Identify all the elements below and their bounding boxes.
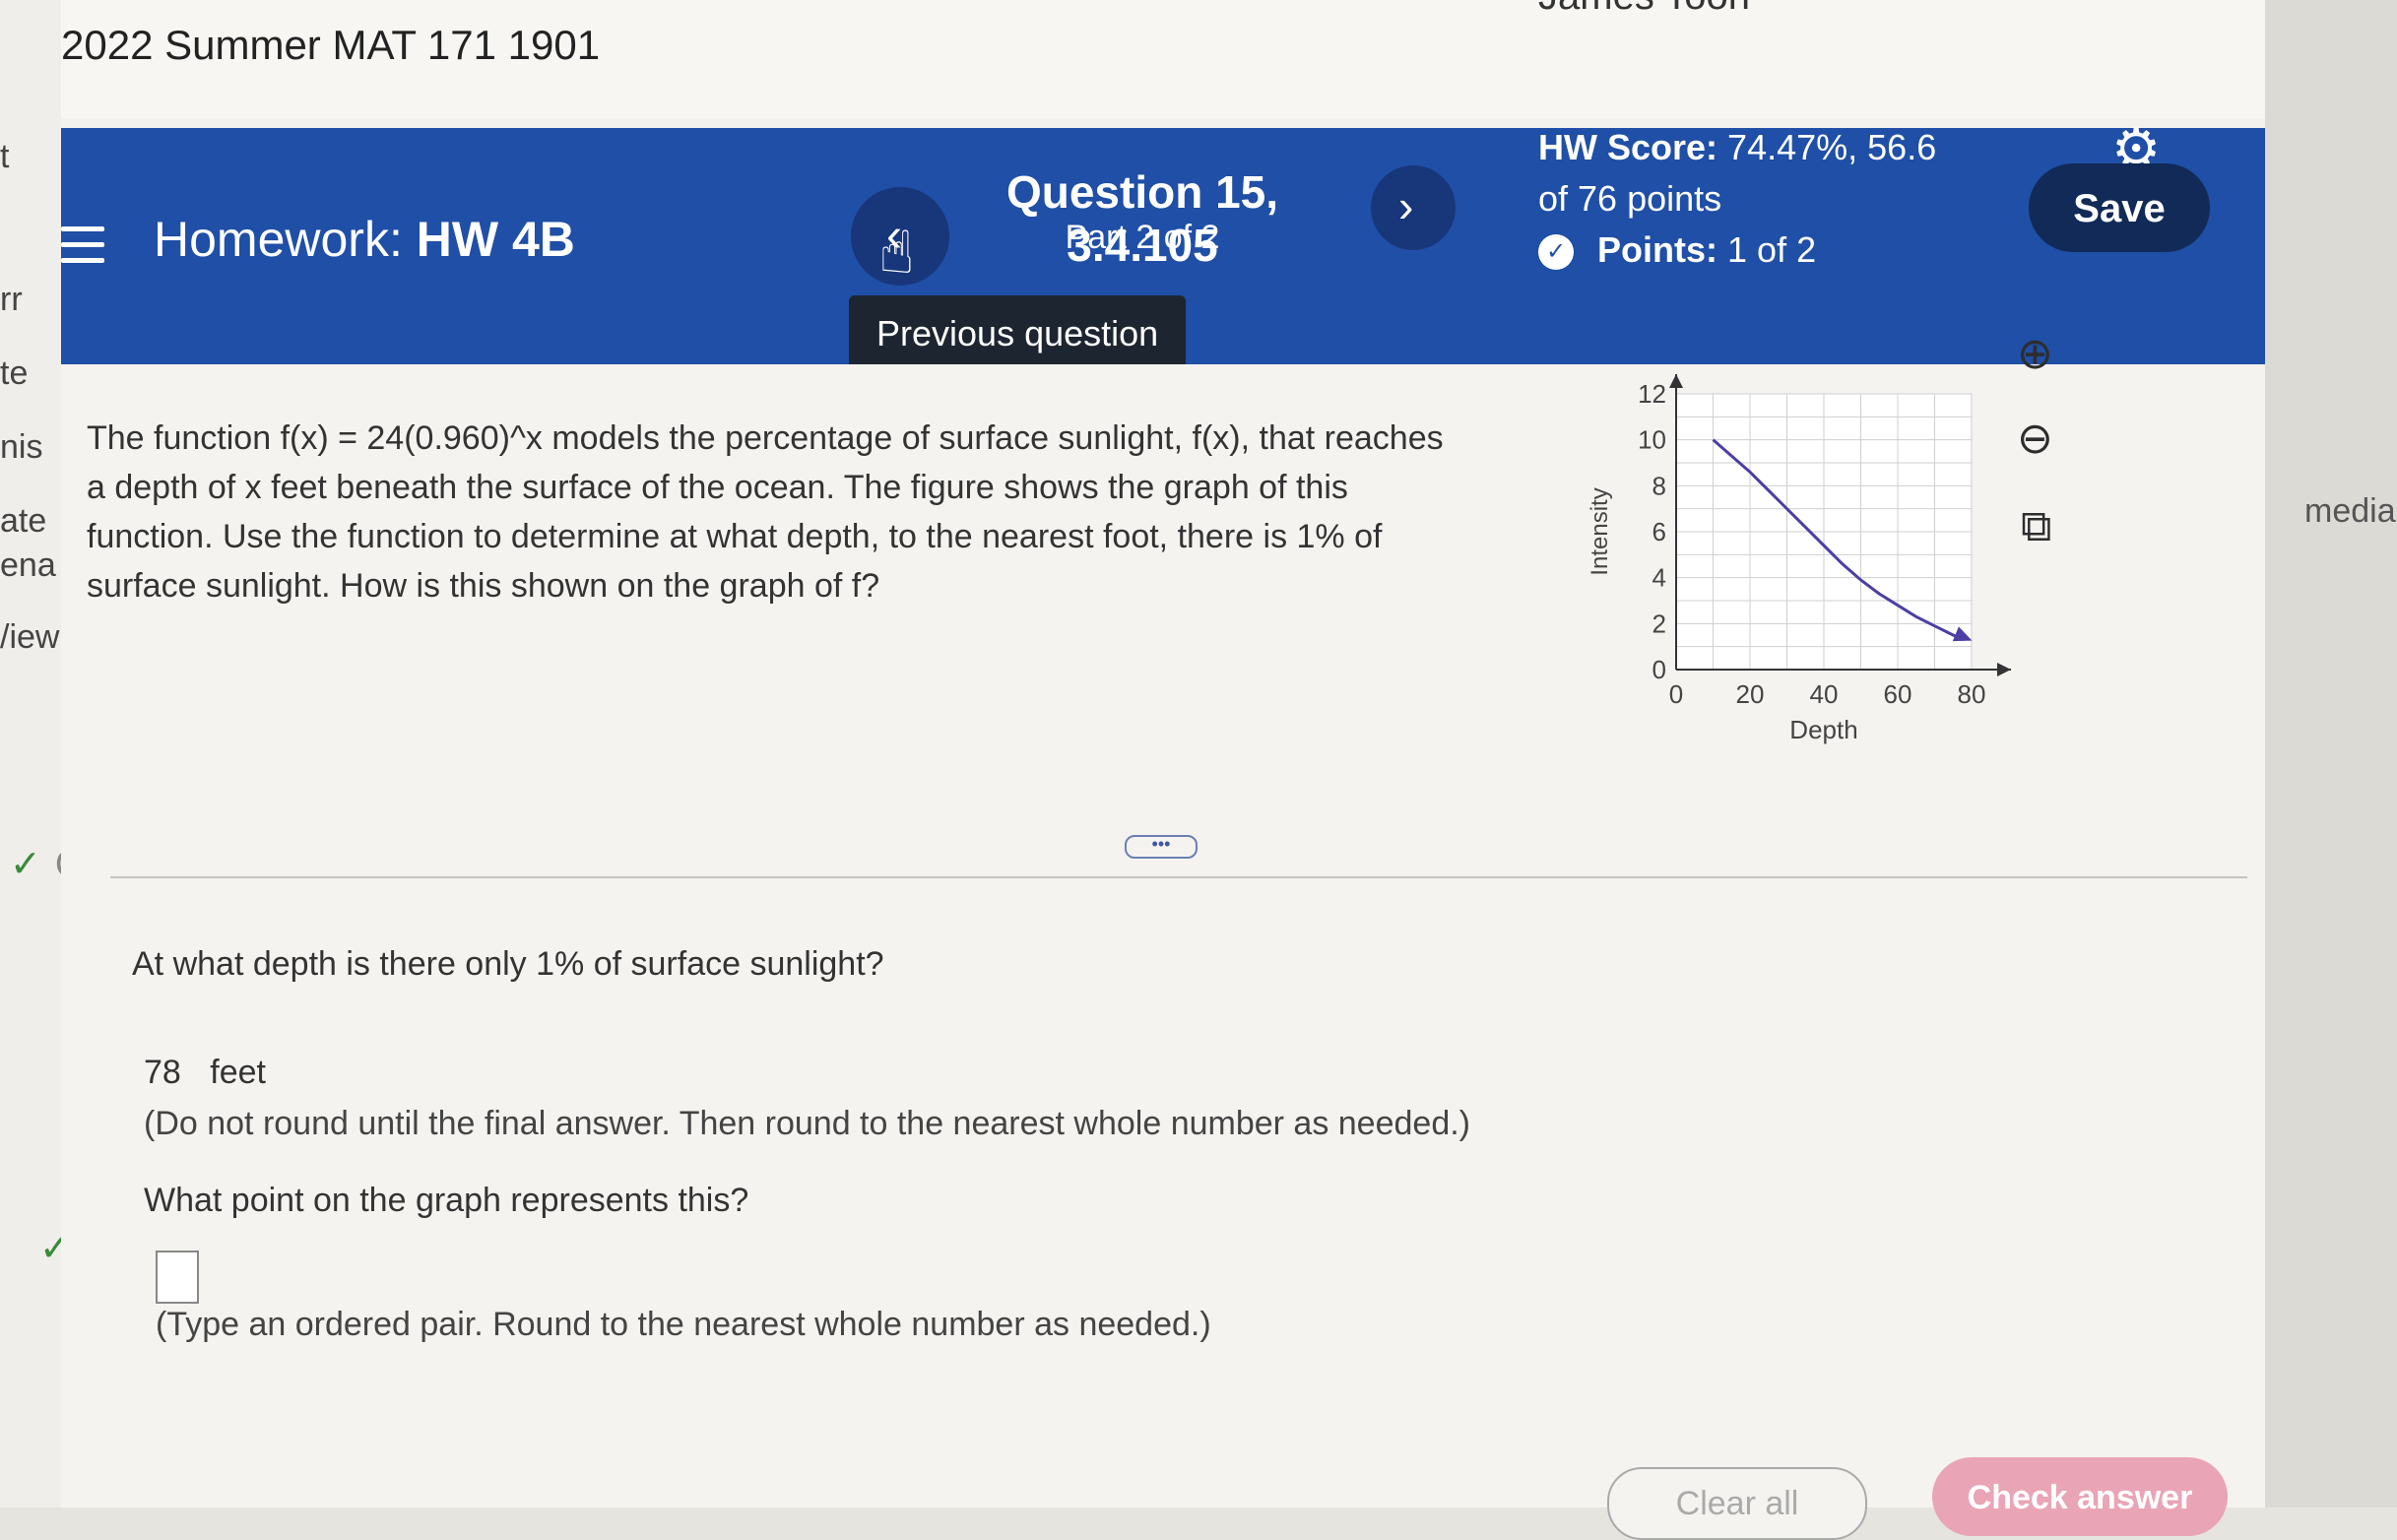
ordered-pair-input[interactable] xyxy=(156,1251,199,1304)
question-depth: At what depth is there only 1% of surfac… xyxy=(132,945,884,983)
depth-answer-row: 78 feet xyxy=(144,1054,266,1092)
function-graph: 0 20 40 60 80 0 2 4 6 8 10 12 Depth Intensity xyxy=(1587,374,2011,744)
hw-score-value: 74.47%, 56.6 xyxy=(1727,127,1937,167)
question-point: What point on the graph represents this? xyxy=(144,1182,749,1219)
homework-name: HW 4B xyxy=(416,212,575,267)
points-label: Points: xyxy=(1597,229,1718,270)
question-content: The function f(x) = 24(0.960)^x models t… xyxy=(61,330,2265,1540)
zoom-out-icon[interactable]: ⊖ xyxy=(2017,414,2053,464)
homework-prefix: Homework: xyxy=(154,212,403,267)
background-text-fragment: /iew xyxy=(0,618,60,656)
background-text-fragment: ena xyxy=(0,546,56,584)
course-bar: 2022 Summer MAT 171 1901 James Toon xyxy=(61,0,2265,118)
background-page-strip-right xyxy=(2265,0,2397,1508)
background-text-fragment: t xyxy=(0,138,10,175)
homework-window: 2022 Summer MAT 171 1901 James Toon Home… xyxy=(61,0,2265,1540)
x-tick-label: 80 xyxy=(1958,679,1986,709)
hand-cursor-icon: ☝ xyxy=(878,220,915,286)
problem-statement: The function f(x) = 24(0.960)^x models t… xyxy=(87,419,1444,605)
x-tick-label: 40 xyxy=(1810,679,1839,709)
background-text-fragment: nis xyxy=(0,428,43,466)
depth-unit: feet xyxy=(210,1054,266,1091)
save-button[interactable]: Save xyxy=(2029,163,2210,252)
clear-all-button[interactable]: Clear all xyxy=(1607,1467,1867,1540)
y-tick-label: 6 xyxy=(1652,517,1666,546)
external-link-icon[interactable]: ⧉ xyxy=(2021,502,2051,551)
background-text-fragment: rr xyxy=(0,281,23,318)
zoom-in-icon[interactable]: ⊕ xyxy=(2017,329,2053,379)
hw-score: HW Score: 74.47%, 56.6 of 76 points ✓ Po… xyxy=(1538,122,1952,276)
y-tick-label: 8 xyxy=(1652,471,1666,500)
x-axis-arrow xyxy=(1997,663,2011,676)
user-name: James Toon xyxy=(1538,0,1750,19)
background-text-fragment: media. xyxy=(2304,492,2397,530)
background-text-fragment: ate xyxy=(0,502,47,540)
ordered-pair-note: (Type an ordered pair. Round to the near… xyxy=(156,1306,1211,1343)
rounding-note: (Do not round until the final answer. Th… xyxy=(144,1105,1471,1142)
check-answer-button[interactable]: Check answer xyxy=(1932,1457,2228,1536)
background-text-fragment: te xyxy=(0,354,29,392)
x-axis-label: Depth xyxy=(1789,715,1857,744)
y-axis-arrow xyxy=(1669,374,1683,388)
x-tick-label: 60 xyxy=(1884,679,1912,709)
menu-icon[interactable] xyxy=(61,226,104,270)
y-axis-label: Intensity xyxy=(1587,487,1613,575)
homework-title: Homework: HW 4B xyxy=(154,211,575,268)
y-tick-label: 2 xyxy=(1652,609,1666,638)
hw-score-total: of 76 points xyxy=(1538,178,1722,219)
course-title: 2022 Summer MAT 171 1901 xyxy=(61,22,601,68)
background-page-strip: t rr te nis ate ena /iew ✓C ✓C xyxy=(0,0,111,1508)
points-value: 1 of 2 xyxy=(1727,229,1817,270)
question-part: Part 2 of 2 xyxy=(1065,219,1220,256)
x-tick-label: 20 xyxy=(1736,679,1765,709)
partial-credit-icon: ✓ xyxy=(1538,234,1574,271)
divider-drag-handle[interactable]: ••• xyxy=(1125,835,1198,859)
section-divider xyxy=(110,876,2247,878)
y-tick-label: 12 xyxy=(1638,379,1666,409)
y-tick-label: 4 xyxy=(1652,563,1666,593)
chevron-right-icon: › xyxy=(1398,180,1414,231)
x-tick-label: 0 xyxy=(1669,679,1683,709)
next-question-button[interactable]: › xyxy=(1371,165,1456,250)
y-tick-label: 0 xyxy=(1652,655,1666,684)
depth-answer-field[interactable]: 78 xyxy=(144,1054,181,1092)
previous-question-tooltip: Previous question xyxy=(849,295,1187,372)
hw-score-label: HW Score: xyxy=(1538,127,1718,167)
y-tick-label: 10 xyxy=(1638,425,1666,455)
